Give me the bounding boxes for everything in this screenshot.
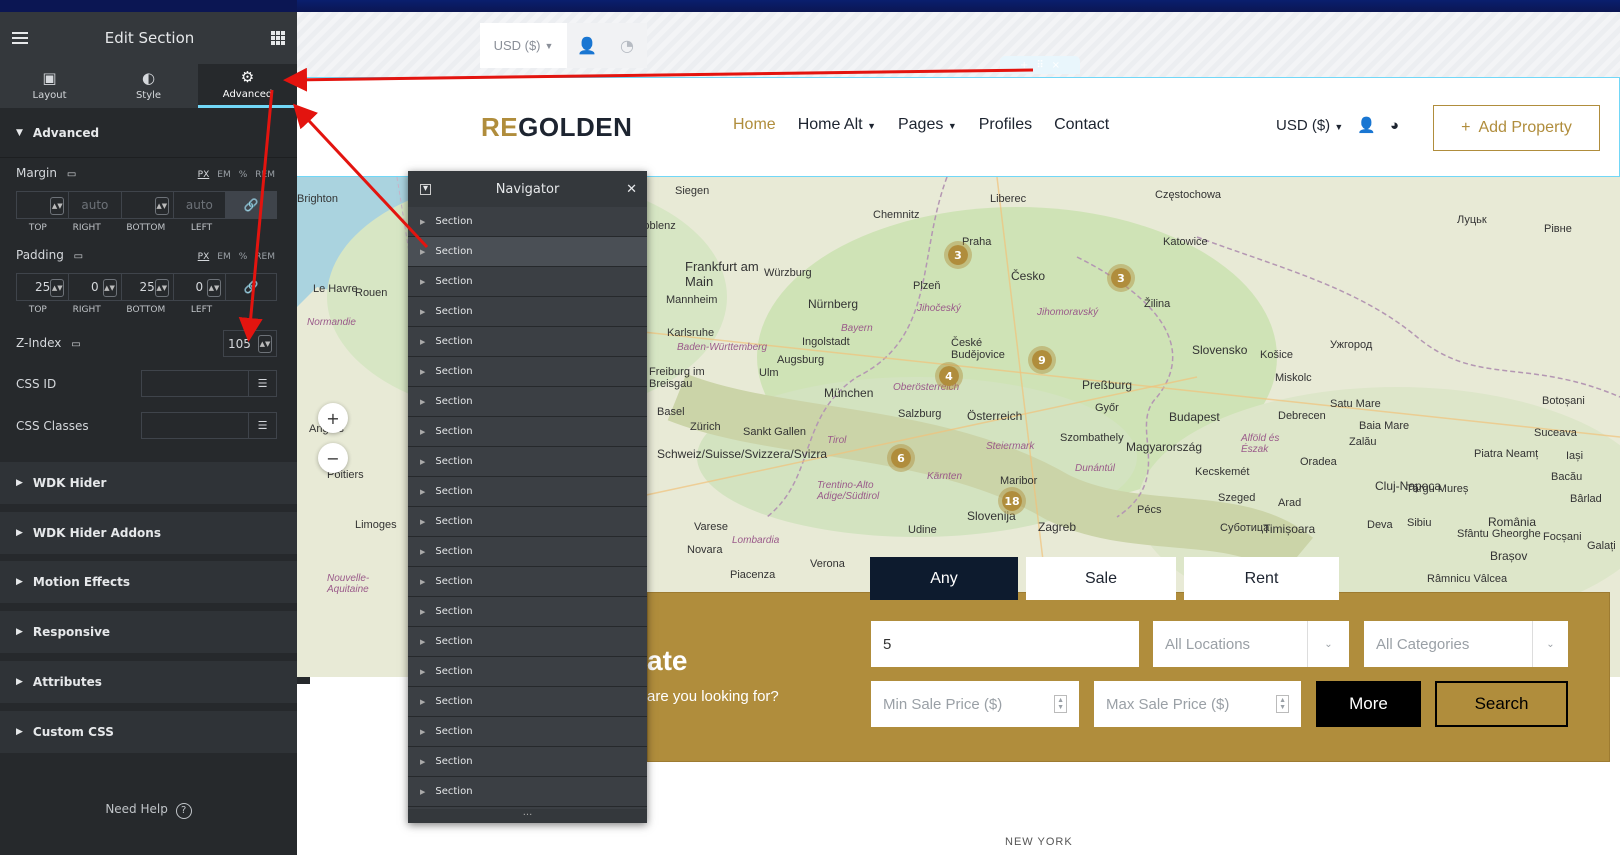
annotation-arrows (238, 67, 1034, 342)
arrow-line (283, 67, 1034, 92)
arrow-line (238, 89, 274, 342)
arrow-line (292, 103, 429, 249)
